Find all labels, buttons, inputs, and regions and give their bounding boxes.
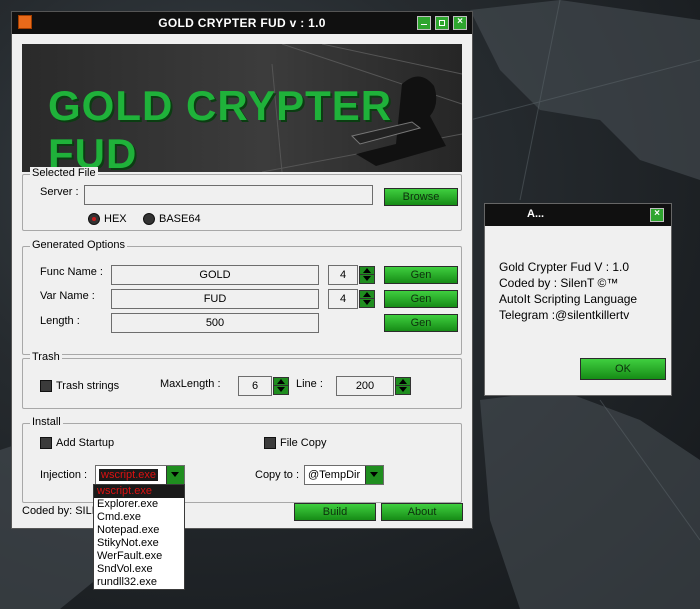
- dropdown-option[interactable]: rundll32.exe: [94, 576, 184, 589]
- server-label: Server :: [40, 186, 79, 198]
- window-title: GOLD CRYPTER FUD v : 1.0: [158, 16, 326, 30]
- minimize-button[interactable]: [417, 16, 431, 30]
- hex-label: HEX: [104, 213, 127, 225]
- about-button[interactable]: About: [381, 503, 463, 521]
- about-dialog: A... × Gold Crypter Fud V : 1.0 Coded by…: [484, 203, 672, 396]
- injection-selected-value: wscript.exe: [99, 469, 159, 481]
- base64-radio[interactable]: [143, 213, 155, 225]
- dropdown-option[interactable]: StikyNot.exe: [94, 537, 184, 550]
- close-button[interactable]: ×: [453, 16, 467, 30]
- selected-file-label: Selected File: [30, 167, 98, 179]
- close-icon: ×: [457, 16, 463, 27]
- add-startup-checkbox[interactable]: [40, 437, 52, 449]
- selected-file-group: Selected File Server : Browse HEX BASE64: [22, 167, 462, 231]
- line-label: Line :: [296, 378, 323, 390]
- install-group: Install Add Startup File Copy Injection …: [22, 416, 462, 503]
- copy-to-label: Copy to :: [255, 469, 300, 481]
- var-name-label: Var Name :: [40, 290, 95, 302]
- about-line-language: AutoIt Scripting Language: [499, 292, 638, 306]
- copy-to-select[interactable]: @TempDir: [304, 465, 384, 485]
- length-gen-button[interactable]: Gen: [384, 314, 458, 332]
- length-field[interactable]: 500: [111, 313, 319, 333]
- install-label: Install: [30, 416, 63, 428]
- ok-button[interactable]: OK: [580, 358, 666, 380]
- add-startup-label: Add Startup: [56, 437, 115, 449]
- trash-label: Trash: [30, 351, 62, 363]
- trash-strings-checkbox[interactable]: [40, 380, 52, 392]
- about-line-version: Gold Crypter Fud V : 1.0: [499, 260, 630, 274]
- dropdown-option[interactable]: Notepad.exe: [94, 524, 184, 537]
- var-gen-button[interactable]: Gen: [384, 290, 458, 308]
- chevron-down-icon[interactable]: [365, 466, 383, 484]
- trash-strings-label: Trash strings: [56, 380, 120, 392]
- banner-title: GOLD CRYPTER FUD: [48, 82, 393, 172]
- coded-by-label: Coded by: SILE: [22, 505, 100, 517]
- main-window: GOLD CRYPTER FUD v : 1.0 × GOLD CRYPTER …: [11, 11, 473, 529]
- about-close-button[interactable]: ×: [650, 208, 664, 222]
- trash-group: Trash Trash strings MaxLength : 6 Line :…: [22, 351, 462, 409]
- injection-select[interactable]: wscript.exe: [95, 465, 185, 485]
- line-field[interactable]: 200: [336, 376, 394, 396]
- var-length-spinner[interactable]: [359, 290, 375, 308]
- generated-options-group: Generated Options Func Name : GOLD 4 Gen…: [22, 239, 462, 355]
- title-bar[interactable]: GOLD CRYPTER FUD v : 1.0 ×: [12, 12, 472, 34]
- dropdown-option[interactable]: Explorer.exe: [94, 498, 184, 511]
- hex-radio[interactable]: [88, 213, 100, 225]
- file-copy-checkbox[interactable]: [264, 437, 276, 449]
- about-title-bar[interactable]: A... ×: [485, 204, 671, 226]
- length-label: Length :: [40, 315, 80, 327]
- dropdown-option[interactable]: WerFault.exe: [94, 550, 184, 563]
- about-line-author: Coded by : SilenT ©™: [499, 276, 619, 290]
- func-length-field[interactable]: 4: [328, 265, 358, 285]
- dropdown-option[interactable]: wscript.exe: [94, 485, 184, 498]
- browse-button[interactable]: Browse: [384, 188, 458, 206]
- build-button[interactable]: Build: [294, 503, 376, 521]
- maximize-button[interactable]: [435, 16, 449, 30]
- var-name-field[interactable]: FUD: [111, 289, 319, 309]
- copy-to-value: @TempDir: [308, 469, 361, 481]
- close-icon: ×: [654, 208, 660, 219]
- generated-options-label: Generated Options: [30, 239, 127, 251]
- server-input[interactable]: [84, 185, 373, 205]
- func-length-spinner[interactable]: [359, 266, 375, 284]
- func-name-label: Func Name :: [40, 266, 103, 278]
- line-spinner[interactable]: [395, 377, 411, 395]
- maxlength-field[interactable]: 6: [238, 376, 272, 396]
- about-title: A...: [527, 208, 545, 220]
- about-line-telegram: Telegram :@silentkillertv: [499, 308, 630, 322]
- func-gen-button[interactable]: Gen: [384, 266, 458, 284]
- maxlength-label: MaxLength :: [160, 378, 221, 390]
- injection-dropdown-list: wscript.exe Explorer.exe Cmd.exe Notepad…: [93, 484, 185, 590]
- dropdown-option[interactable]: SndVol.exe: [94, 563, 184, 576]
- dropdown-option[interactable]: Cmd.exe: [94, 511, 184, 524]
- chevron-down-icon[interactable]: [166, 466, 184, 484]
- base64-label: BASE64: [159, 213, 201, 225]
- injection-label: Injection :: [40, 469, 88, 481]
- banner-image: GOLD CRYPTER FUD: [22, 44, 462, 172]
- var-length-field[interactable]: 4: [328, 289, 358, 309]
- file-copy-label: File Copy: [280, 437, 327, 449]
- maxlength-spinner[interactable]: [273, 377, 289, 395]
- func-name-field[interactable]: GOLD: [111, 265, 319, 285]
